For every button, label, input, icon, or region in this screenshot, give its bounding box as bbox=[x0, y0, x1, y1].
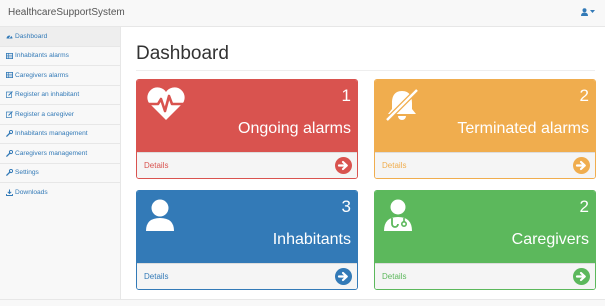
table-icon bbox=[6, 72, 13, 79]
sidebar-item-label: Caregivers alarms bbox=[15, 71, 69, 79]
sidebar-item-inhabitants-management[interactable]: Inhabitants management bbox=[0, 125, 120, 144]
caregiver-count: 2 bbox=[579, 197, 589, 216]
main-content: Dashboard 1 Ongoing alarms Details 2 Ter… bbox=[121, 27, 605, 299]
panel-footer[interactable]: Details bbox=[375, 152, 595, 178]
wrench-icon bbox=[6, 169, 13, 177]
alarm-count: 1 bbox=[341, 86, 351, 105]
sidebar-item-caregivers-alarms[interactable]: Caregivers alarms bbox=[0, 66, 120, 86]
panel-ongoing-alarms: 1 Ongoing alarms Details bbox=[136, 79, 358, 179]
panel-label: Ongoing alarms bbox=[238, 120, 351, 137]
panel-footer[interactable]: Details bbox=[375, 263, 595, 289]
bottom-bar bbox=[0, 299, 605, 306]
sidebar: Dashboard Inhabitants alarms Caregivers … bbox=[0, 27, 121, 299]
dashboard-icon bbox=[6, 35, 13, 39]
page-title: Dashboard bbox=[136, 43, 229, 64]
sidebar-item-inhabitants-alarms[interactable]: Inhabitants alarms bbox=[0, 47, 120, 66]
panel-label: Terminated alarms bbox=[457, 120, 589, 137]
download-icon bbox=[6, 189, 13, 197]
edit-icon bbox=[6, 110, 13, 118]
bell-slash-icon bbox=[385, 88, 419, 122]
panel-footer[interactable]: Details bbox=[137, 263, 357, 289]
arrow-right-icon[interactable] bbox=[335, 157, 352, 174]
sidebar-item-label: Downloads bbox=[15, 189, 48, 197]
sidebar-item-dashboard[interactable]: Dashboard bbox=[0, 27, 120, 47]
arrow-right-icon[interactable] bbox=[573, 268, 590, 285]
user-icon bbox=[146, 199, 174, 231]
alarm-count: 2 bbox=[579, 86, 589, 105]
arrow-right-icon[interactable] bbox=[573, 157, 590, 174]
sidebar-item-label: Caregivers management bbox=[15, 149, 88, 157]
sidebar-item-label: Inhabitants alarms bbox=[15, 52, 69, 60]
sidebar-item-label: Settings bbox=[15, 169, 39, 177]
sidebar-item-register-caregiver[interactable]: Register a caregiver bbox=[0, 105, 120, 125]
sidebar-item-caregivers-management[interactable]: Caregivers management bbox=[0, 144, 120, 164]
panel-terminated-alarms: 2 Terminated alarms Details bbox=[374, 79, 596, 179]
top-navbar: HealthcareSupportSystem bbox=[0, 0, 605, 27]
user-icon bbox=[581, 8, 588, 16]
inhabitant-count: 3 bbox=[341, 197, 351, 216]
panel-heading: 3 Inhabitants bbox=[137, 191, 357, 263]
panel-caregivers: 2 Caregivers Details bbox=[374, 190, 596, 290]
title-divider bbox=[136, 70, 595, 71]
wrench-icon bbox=[6, 130, 13, 138]
sidebar-item-settings[interactable]: Settings bbox=[0, 164, 120, 183]
table-icon bbox=[6, 52, 13, 59]
details-link[interactable]: Details bbox=[144, 161, 168, 170]
panel-heading: 2 Caregivers bbox=[375, 191, 595, 263]
sidebar-item-label: Register an inhabitant bbox=[15, 91, 80, 99]
wrench-icon bbox=[6, 149, 13, 157]
panel-label: Inhabitants bbox=[272, 231, 351, 248]
sidebar-item-register-inhabitant[interactable]: Register an inhabitant bbox=[0, 86, 120, 105]
panel-label: Caregivers bbox=[511, 231, 589, 248]
caret-down-icon bbox=[590, 10, 595, 13]
heartbeat-icon bbox=[147, 87, 185, 120]
arrow-right-icon[interactable] bbox=[335, 268, 352, 285]
details-link[interactable]: Details bbox=[382, 272, 406, 281]
details-link[interactable]: Details bbox=[382, 161, 406, 170]
sidebar-item-label: Inhabitants management bbox=[15, 130, 88, 138]
details-link[interactable]: Details bbox=[144, 272, 168, 281]
sidebar-item-downloads[interactable]: Downloads bbox=[0, 183, 120, 203]
edit-icon bbox=[6, 91, 13, 99]
panel-footer[interactable]: Details bbox=[137, 152, 357, 178]
user-md-icon bbox=[384, 199, 412, 231]
user-menu[interactable] bbox=[581, 8, 595, 16]
brand-name[interactable]: HealthcareSupportSystem bbox=[8, 7, 125, 18]
panel-heading: 2 Terminated alarms bbox=[375, 80, 595, 152]
panel-heading: 1 Ongoing alarms bbox=[137, 80, 357, 152]
panel-inhabitants: 3 Inhabitants Details bbox=[136, 190, 358, 290]
sidebar-item-label: Register a caregiver bbox=[15, 110, 75, 118]
sidebar-item-label: Dashboard bbox=[15, 32, 48, 40]
